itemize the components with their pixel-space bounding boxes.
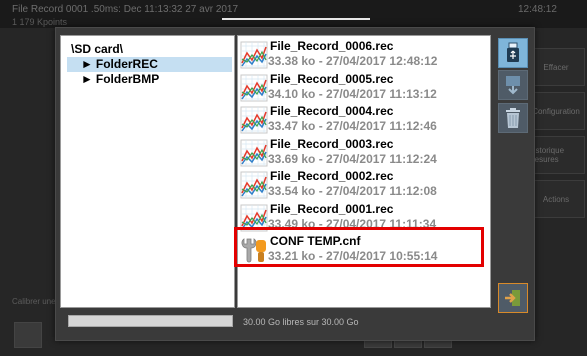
graph-file-icon: [240, 74, 268, 102]
file-meta: 33.38 ko - 27/04/2017 12:48:12: [268, 54, 438, 68]
transfer-icon: [506, 76, 520, 95]
background-button-actions: Actions: [527, 180, 585, 218]
file-list-item[interactable]: File_Record_0003.rec 33.69 ko - 27/04/201…: [240, 136, 488, 168]
graph-file-icon: [240, 139, 268, 167]
tree-folder-folderbmp[interactable]: ► FolderBMP: [67, 72, 232, 87]
tree-folder-folderrec[interactable]: ► FolderREC: [67, 57, 232, 72]
arrow-right-icon: ►: [81, 72, 93, 86]
exit-button[interactable]: [498, 283, 528, 313]
file-list-item[interactable]: File_Record_0004.rec 33.47 ko - 27/04/201…: [240, 103, 488, 135]
transfer-button[interactable]: [498, 70, 528, 100]
file-list-item[interactable]: File_Record_0006.rec 33.38 ko - 27/04/201…: [240, 38, 488, 70]
file-meta: 34.10 ko - 27/04/2017 11:13:12: [268, 86, 437, 101]
file-browser-dialog: \SD card\ ► FolderREC ► FolderBMP File_Rec…: [55, 27, 535, 341]
background-title: File Record 0001 .50ms: Dec 11:13:32 27 …: [12, 4, 239, 15]
background-button-configuration: Configuration: [527, 92, 585, 130]
tree-folder-label: FolderREC: [95, 57, 158, 71]
background-left-label: Calibrer une: [12, 297, 56, 306]
storage-free-text: 30.00 Go libres sur 30.00 Go: [243, 317, 359, 327]
trash-icon: [506, 108, 520, 128]
file-name: File_Record_0001.rec: [270, 201, 394, 216]
tree-folder-label: FolderBMP: [95, 72, 160, 86]
file-meta: 33.54 ko - 27/04/2017 11:12:08: [268, 184, 437, 198]
storage-progress-bar: [68, 315, 233, 327]
delete-button[interactable]: [498, 103, 528, 133]
usb-icon: [507, 42, 519, 62]
graph-file-icon: [240, 106, 268, 134]
arrow-right-icon: ►: [81, 57, 93, 71]
background-button-effacer: Effacer: [527, 48, 585, 86]
file-list-item[interactable]: File_Record_0005.rec 34.10 ko - 27/04/201…: [240, 71, 488, 103]
file-meta: 33.47 ko - 27/04/2017 11:12:46: [268, 119, 437, 133]
graph-file-icon: [240, 41, 268, 69]
file-name: File_Record_0002.rec: [270, 169, 394, 183]
background-progress-line: [222, 18, 370, 20]
file-meta: 33.69 ko - 27/04/2017 11:12:24: [268, 151, 437, 166]
file-name: File_Record_0006.rec: [270, 39, 394, 53]
background-button-historique: Historique mesures: [527, 136, 585, 174]
file-list-item[interactable]: File_Record_0002.rec 33.54 ko - 27/04/201…: [240, 168, 488, 200]
highlight-box: [234, 227, 484, 267]
background-top-bar: File Record 0001 .50ms: Dec 11:13:32 27 …: [0, 0, 587, 28]
usb-button[interactable]: [498, 38, 528, 68]
background-bottom-button: [14, 322, 42, 348]
exit-icon: [505, 290, 520, 306]
file-name: File_Record_0005.rec: [270, 71, 394, 86]
background-subtitle: 1 179 Kpoints: [12, 17, 68, 27]
background-time: 12:48:12: [518, 4, 557, 15]
file-name: File_Record_0003.rec: [270, 136, 394, 151]
tree-root-label[interactable]: \SD card\: [71, 42, 123, 56]
graph-file-icon: [240, 171, 268, 199]
folder-tree-pane[interactable]: \SD card\ ► FolderREC ► FolderBMP: [60, 35, 235, 308]
storage-status-bar: 30.00 Go libres sur 30.00 Go: [60, 313, 489, 331]
file-name: File_Record_0004.rec: [270, 104, 394, 118]
file-list-pane[interactable]: File_Record_0006.rec 33.38 ko - 27/04/201…: [237, 35, 491, 308]
